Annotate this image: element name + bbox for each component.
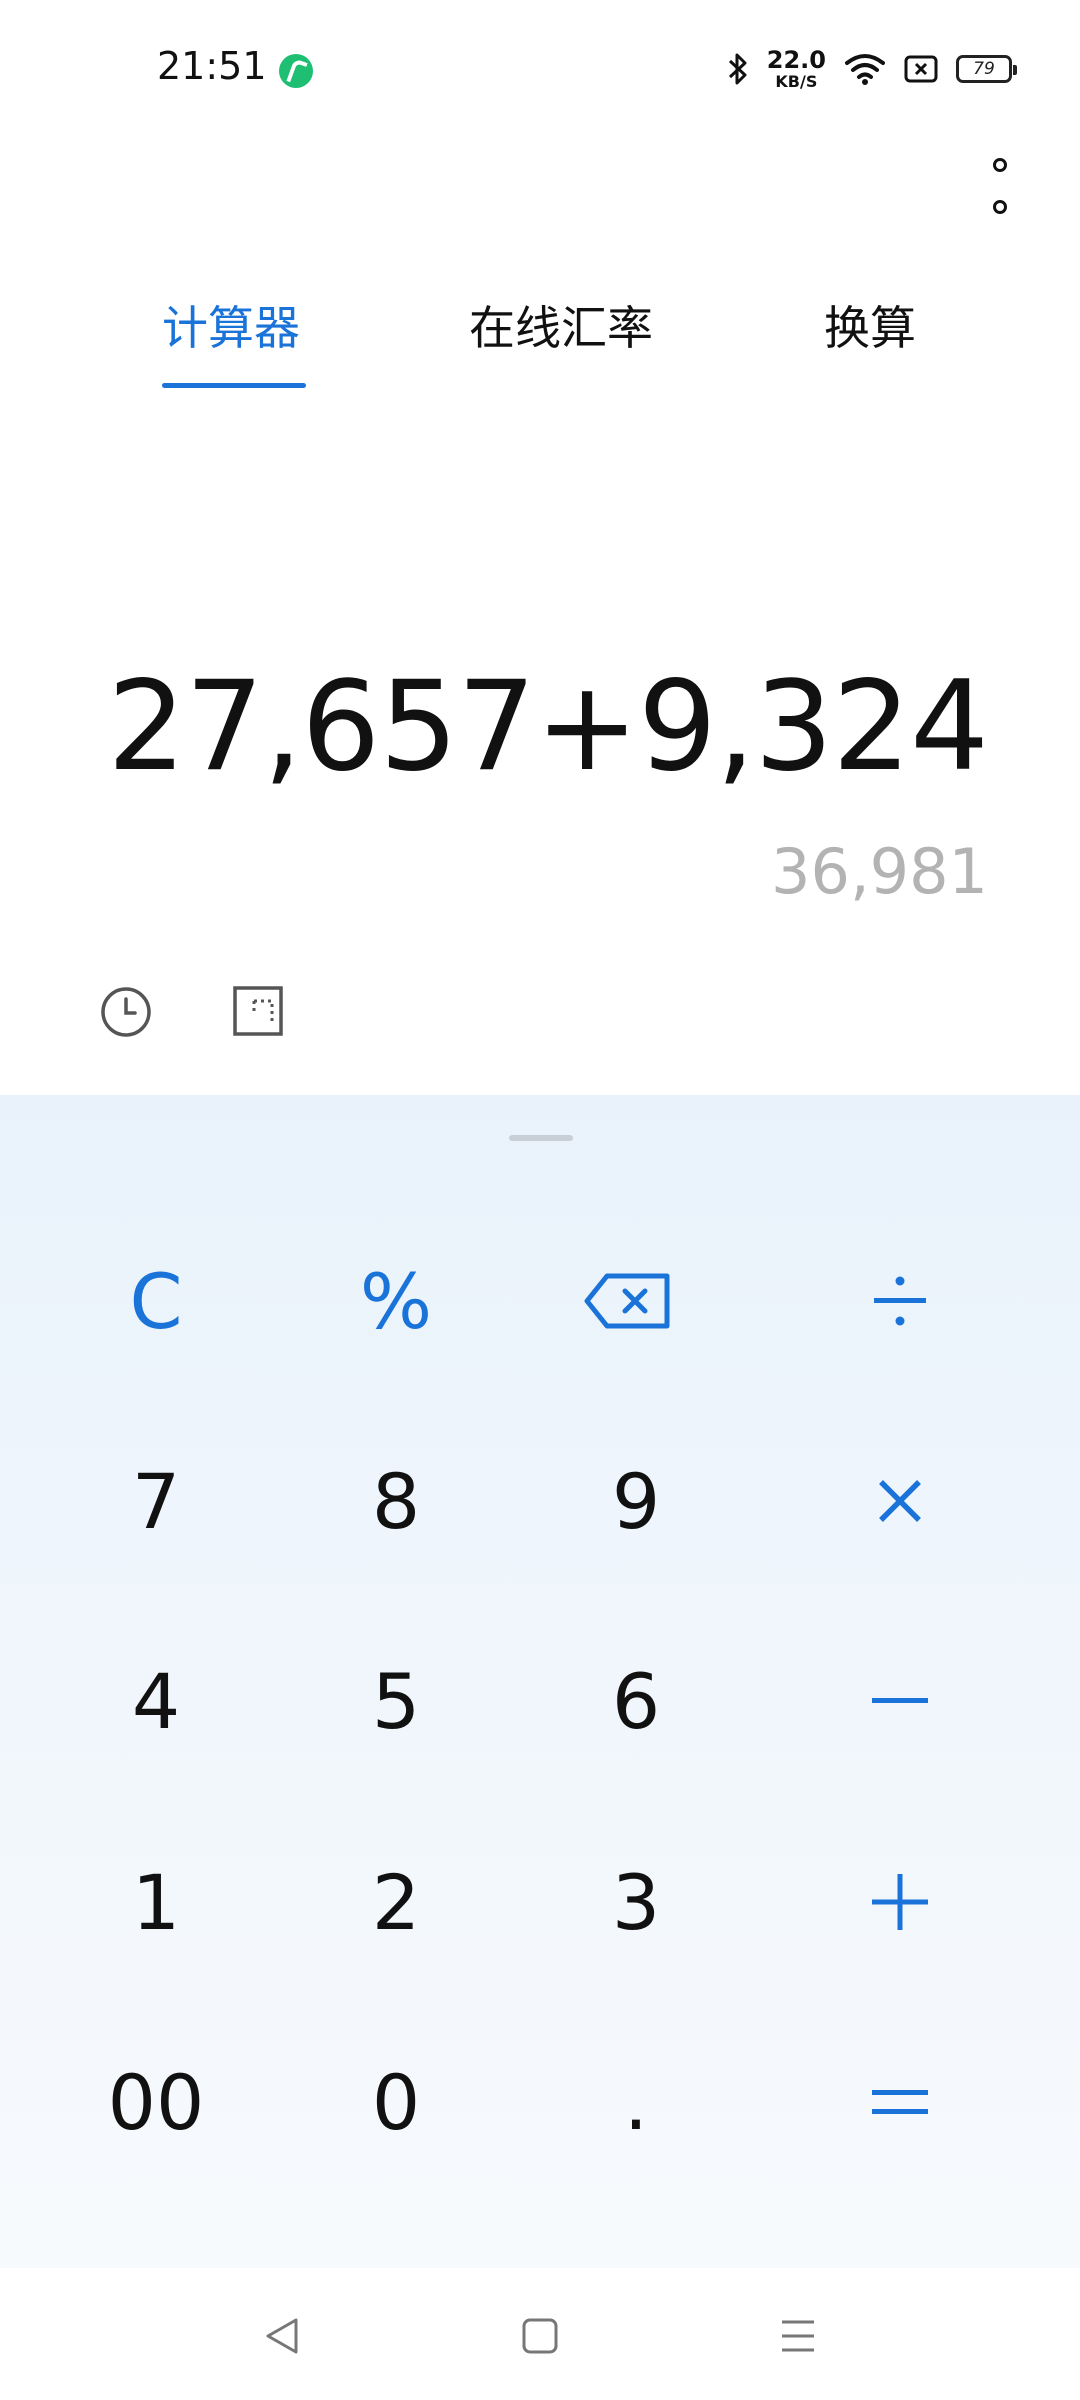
network-speed-value: 22.0 (766, 46, 826, 74)
clear-button[interactable]: C (56, 1216, 256, 1386)
no-sim-icon (904, 54, 938, 84)
minus-icon (872, 1698, 928, 1703)
digit-9-button[interactable]: 9 (536, 1416, 736, 1586)
wifi-icon (844, 52, 886, 86)
backspace-icon (584, 1273, 670, 1329)
battery-icon: 79 (956, 55, 1017, 83)
equals-button[interactable] (800, 2017, 1000, 2187)
tab-exchange-rate[interactable]: 在线汇率 (469, 292, 653, 358)
history-button[interactable] (99, 985, 153, 1039)
nav-home-button[interactable] (510, 2308, 570, 2364)
add-button[interactable] (800, 1817, 1000, 1987)
digit-1-button[interactable]: 1 (56, 1817, 256, 1987)
nav-back-button[interactable] (252, 2308, 312, 2364)
divide-button[interactable] (800, 1216, 1000, 1386)
tab-unit-conversion[interactable]: 换算 (824, 292, 916, 358)
active-tab-indicator (162, 383, 306, 388)
more-dot-icon (993, 158, 1007, 172)
subtract-button[interactable] (800, 1616, 1000, 1786)
home-square-icon (522, 2318, 558, 2354)
nav-recents-button[interactable] (768, 2308, 828, 2364)
digit-2-button[interactable]: 2 (296, 1817, 496, 1987)
multiply-button[interactable] (800, 1416, 1000, 1586)
network-speed: 22.0 KB/S (767, 48, 826, 90)
expression-display: 27,657+9,324 (107, 655, 989, 799)
percent-button[interactable]: % (296, 1216, 496, 1386)
digit-3-button[interactable]: 3 (536, 1817, 736, 1987)
more-dot-icon (993, 200, 1007, 214)
clock-icon (101, 987, 151, 1037)
network-speed-unit: KB/S (775, 72, 818, 91)
digit-7-button[interactable]: 7 (56, 1416, 256, 1586)
app-notification-icon (279, 54, 313, 88)
battery-level: 79 (973, 59, 995, 79)
keypad: C % 7 8 9 4 5 6 1 2 3 00 0 . (0, 1095, 1080, 2268)
status-bar: 21:51 22.0 KB/S 79 (0, 0, 1080, 140)
system-navigation-bar (0, 2268, 1080, 2400)
result-preview: 36,981 (771, 835, 988, 908)
status-icons: 22.0 KB/S 79 (727, 44, 1017, 94)
more-options-button[interactable] (980, 158, 1020, 214)
digit-8-button[interactable]: 8 (296, 1416, 496, 1586)
plus-icon (872, 1874, 928, 1930)
keypad-drag-handle[interactable] (509, 1135, 573, 1141)
equals-icon (872, 2090, 928, 2114)
digit-6-button[interactable]: 6 (536, 1616, 736, 1786)
double-zero-button[interactable]: 00 (56, 2017, 256, 2187)
divide-icon (874, 1276, 926, 1326)
tab-calculator[interactable]: 计算器 (162, 292, 300, 358)
digit-0-button[interactable]: 0 (296, 2017, 496, 2187)
decimal-point-button[interactable]: . (536, 2017, 736, 2187)
backspace-button[interactable] (528, 1216, 728, 1386)
bluetooth-icon (727, 51, 749, 87)
menu-lines-icon (782, 2320, 814, 2352)
scientific-mode-button[interactable] (232, 985, 284, 1037)
expand-scientific-icon (233, 986, 283, 1036)
digit-4-button[interactable]: 4 (56, 1616, 256, 1786)
multiply-icon (879, 1480, 921, 1522)
status-time: 21:51 (157, 44, 267, 88)
back-triangle-icon (266, 2318, 298, 2354)
digit-5-button[interactable]: 5 (296, 1616, 496, 1786)
